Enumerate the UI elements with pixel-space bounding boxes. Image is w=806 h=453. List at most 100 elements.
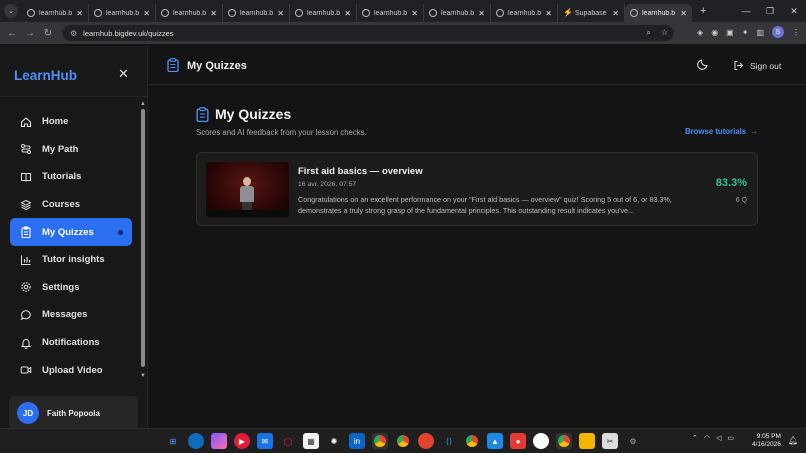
sidebar-item-tutor-insights[interactable]: Tutor insights bbox=[10, 246, 132, 274]
battery-icon[interactable]: ▭ bbox=[727, 434, 734, 442]
address-bar[interactable]: ⚙ learnhub.bigdev.uk/quizzes ⌕ ☆ bbox=[62, 25, 674, 41]
extensions-puzzle-icon[interactable]: ✦ bbox=[742, 28, 749, 37]
system-clock[interactable]: 9:05 PM 4/16/2026 bbox=[752, 433, 781, 449]
chrome-active-icon[interactable] bbox=[556, 433, 572, 449]
close-tab-icon[interactable]: ✕ bbox=[210, 9, 217, 18]
gear-icon bbox=[20, 281, 32, 293]
restore-icon[interactable]: ❐ bbox=[758, 6, 782, 17]
snipping-tool-icon[interactable]: ✂ bbox=[602, 433, 618, 449]
chrome-icon[interactable] bbox=[372, 433, 388, 449]
browser-tab[interactable]: learnhub.b ✕ bbox=[424, 4, 491, 22]
sidebar-item-courses[interactable]: Courses bbox=[10, 191, 132, 219]
media-player-icon[interactable]: ▶ bbox=[234, 433, 250, 449]
volume-icon[interactable]: ◁ bbox=[716, 434, 721, 442]
vscode-icon[interactable]: ⟨⟩ bbox=[441, 433, 457, 449]
sidebar-item-messages[interactable]: Messages bbox=[10, 301, 132, 329]
recorder-icon[interactable]: ● bbox=[510, 433, 526, 449]
globe-icon bbox=[94, 9, 102, 17]
new-tab-button[interactable]: + bbox=[700, 5, 706, 17]
browser-tab[interactable]: learnhub.b ✕ bbox=[491, 4, 558, 22]
extension-icon-3[interactable]: ▣ bbox=[726, 28, 734, 37]
sidebar-item-tutorials[interactable]: Tutorials bbox=[10, 163, 132, 191]
sidebar-item-notifications[interactable]: Notifications bbox=[10, 329, 132, 357]
scrollbar-thumb[interactable] bbox=[141, 109, 145, 367]
user-profile-card[interactable]: JD Faith Popoola bbox=[9, 396, 138, 430]
browser-tab[interactable]: learnhub.b ✕ bbox=[89, 4, 156, 22]
close-tab-icon[interactable]: ✕ bbox=[411, 9, 418, 18]
sidebar-item-upload-video[interactable]: Upload Video bbox=[10, 356, 132, 384]
close-tab-icon[interactable]: ✕ bbox=[612, 9, 619, 18]
sign-out-button[interactable]: Sign out bbox=[733, 60, 781, 71]
slack-icon[interactable] bbox=[533, 433, 549, 449]
forward-icon[interactable]: → bbox=[21, 28, 39, 39]
browser-menu-icon[interactable]: ⋮ bbox=[792, 28, 800, 37]
opera-icon[interactable]: ◯ bbox=[280, 433, 296, 449]
photos-icon[interactable]: ▲ bbox=[487, 433, 503, 449]
wifi-icon[interactable]: ◠ bbox=[704, 434, 710, 442]
quiz-question-count: 6 Q bbox=[735, 197, 747, 204]
app-red-icon[interactable] bbox=[418, 433, 434, 449]
chrome-icon-3[interactable] bbox=[464, 433, 480, 449]
tab-search-button[interactable]: ⌄ bbox=[4, 4, 18, 18]
close-tab-icon[interactable]: ✕ bbox=[680, 9, 687, 18]
close-tab-icon[interactable]: ✕ bbox=[478, 9, 485, 18]
browser-tab[interactable]: learnhub.b ✕ bbox=[223, 4, 290, 22]
presenter-figure bbox=[240, 177, 254, 212]
sidebar-item-settings[interactable]: Settings bbox=[10, 274, 132, 302]
chatgpt-icon[interactable]: ✺ bbox=[326, 433, 342, 449]
back-icon[interactable]: ← bbox=[3, 28, 21, 39]
chevron-up-icon[interactable]: ⌃ bbox=[692, 434, 698, 442]
video-icon bbox=[20, 364, 32, 376]
store-icon[interactable]: ▦ bbox=[303, 433, 319, 449]
profile-avatar[interactable]: S bbox=[772, 26, 784, 38]
file-explorer-icon[interactable] bbox=[579, 433, 595, 449]
close-tab-icon[interactable]: ✕ bbox=[344, 9, 351, 18]
browser-tab[interactable]: learnhub.b ✕ bbox=[290, 4, 357, 22]
quiz-title: First aid basics — overview bbox=[298, 166, 423, 177]
browser-tab[interactable]: learnhub.b ✕ bbox=[357, 4, 424, 22]
close-tab-icon[interactable]: ✕ bbox=[545, 9, 552, 18]
chrome-icon-2[interactable] bbox=[395, 433, 411, 449]
sidebar-item-home[interactable]: Home bbox=[10, 108, 132, 136]
clock-time: 9:05 PM bbox=[756, 433, 781, 440]
browser-tab[interactable]: learnhub.b ✕ bbox=[22, 4, 89, 22]
close-tab-icon[interactable]: ✕ bbox=[76, 9, 83, 18]
theme-toggle-moon-icon[interactable] bbox=[697, 58, 709, 70]
start-windows-icon[interactable]: ⊞ bbox=[165, 433, 181, 449]
quiz-card[interactable]: First aid basics — overview 16 avr. 2026… bbox=[196, 152, 758, 226]
sidebar-item-label: Courses bbox=[42, 199, 81, 211]
browse-tutorials-link[interactable]: Browse tutorials → bbox=[685, 127, 758, 136]
site-info-icon[interactable]: ⚙ bbox=[70, 29, 77, 38]
extension-icon[interactable]: ◈ bbox=[697, 28, 703, 37]
sidebar-scrollbar[interactable]: ▲ ▼ bbox=[140, 101, 146, 385]
clipboard-icon bbox=[167, 58, 179, 72]
extension-icon-2[interactable]: ◉ bbox=[711, 28, 718, 37]
browser-tab[interactable]: ⚡ Supabase ✕ bbox=[558, 4, 625, 22]
book-icon bbox=[20, 171, 32, 183]
sidepanel-icon[interactable]: ▥ bbox=[756, 28, 764, 37]
sidebar-item-my-path[interactable]: My Path bbox=[10, 136, 132, 164]
tab-strip: learnhub.b ✕ learnhub.b ✕ learnhub.b ✕ learnhu… bbox=[22, 0, 692, 22]
close-sidebar-icon[interactable]: ✕ bbox=[118, 66, 129, 82]
settings-gear-icon[interactable]: ⚙ bbox=[625, 433, 641, 449]
scroll-up-icon[interactable]: ▲ bbox=[140, 101, 146, 107]
close-window-icon[interactable]: ✕ bbox=[782, 6, 806, 17]
reload-icon[interactable]: ↻ bbox=[39, 28, 57, 39]
minimize-icon[interactable]: — bbox=[734, 6, 758, 16]
brand-logo[interactable]: LearnHub bbox=[14, 68, 77, 83]
close-tab-icon[interactable]: ✕ bbox=[277, 9, 284, 18]
browser-tab[interactable]: learnhub.b ✕ bbox=[625, 4, 692, 22]
browser-tab[interactable]: learnhub.b ✕ bbox=[156, 4, 223, 22]
mail-icon[interactable]: ✉ bbox=[257, 433, 273, 449]
scroll-down-icon[interactable]: ▼ bbox=[140, 373, 146, 379]
copilot-icon[interactable] bbox=[211, 433, 227, 449]
zoom-icon[interactable]: ⌕ bbox=[646, 28, 650, 38]
close-tab-icon[interactable]: ✕ bbox=[143, 9, 150, 18]
sidebar-item-my-quizzes[interactable]: My Quizzes bbox=[10, 218, 132, 246]
linkedin-icon[interactable]: in bbox=[349, 433, 365, 449]
notification-bell-icon[interactable]: 🔔︎ bbox=[788, 436, 798, 445]
edge-icon[interactable] bbox=[188, 433, 204, 449]
bookmark-star-icon[interactable]: ☆ bbox=[661, 28, 668, 38]
system-tray: ⌃ ◠ ◁ ▭ bbox=[692, 434, 734, 442]
sidebar-item-label: Messages bbox=[42, 309, 88, 321]
